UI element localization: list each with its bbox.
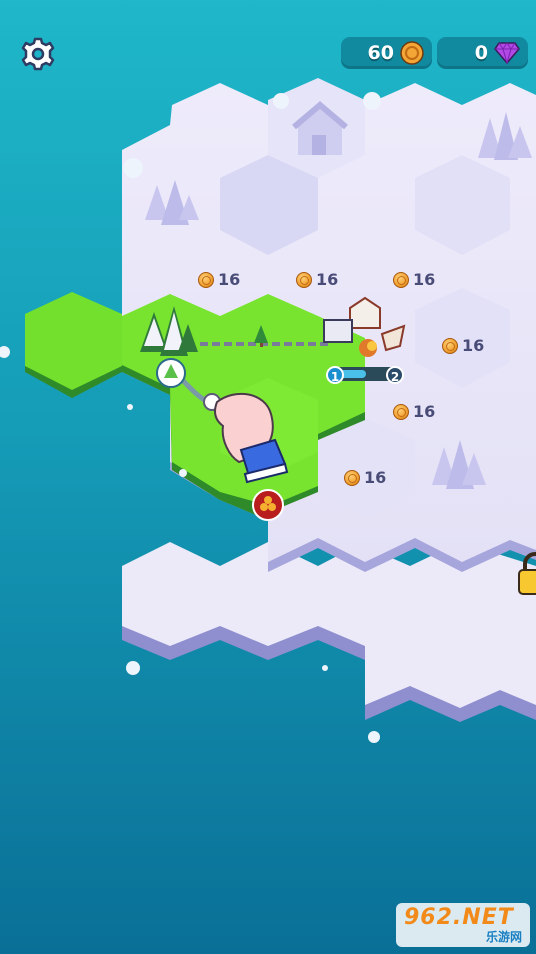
tile-price[interactable]: 16 — [393, 270, 435, 289]
level-badge-start: 1 — [326, 366, 344, 384]
price-value: 16 — [462, 336, 485, 355]
gem-icon — [494, 42, 520, 65]
tile-price[interactable]: 16 — [344, 468, 386, 487]
price-value: 16 — [364, 468, 387, 487]
tile-price[interactable]: 16 — [442, 336, 484, 355]
tile-price[interactable]: 16 — [198, 270, 240, 289]
coin-icon — [393, 271, 409, 288]
price-value: 16 — [218, 270, 241, 289]
tile-price[interactable]: 16 — [393, 402, 435, 421]
settings-button[interactable] — [20, 36, 56, 72]
watermark-main: 962.NET — [404, 905, 514, 930]
coin-icon — [400, 41, 424, 65]
watermark-logo: 962.NET 乐游网 — [396, 903, 530, 947]
green-region — [25, 292, 365, 520]
coin-icon — [198, 271, 214, 288]
settings-gear-icon — [21, 37, 55, 71]
price-value: 16 — [316, 270, 339, 289]
coin-icon — [442, 337, 458, 354]
price-value: 16 — [413, 270, 436, 289]
coin-counter[interactable]: 60 — [341, 37, 432, 69]
coin-icon — [344, 469, 360, 486]
price-value: 16 — [413, 402, 436, 421]
tree-badge-icon — [156, 358, 186, 388]
game-map[interactable] — [0, 0, 536, 954]
resource-icon[interactable] — [252, 489, 284, 521]
lock-icon[interactable] — [518, 552, 536, 595]
watermark-sub: 乐游网 — [485, 930, 522, 944]
gem-counter[interactable]: 0 — [437, 37, 528, 69]
coin-icon — [296, 271, 312, 288]
lower-snow-island — [122, 542, 536, 722]
level-badge-end: 2 — [386, 366, 404, 384]
gem-count: 0 — [474, 42, 488, 64]
tile-price[interactable]: 16 — [296, 270, 338, 289]
coin-count: 60 — [367, 42, 394, 64]
coin-icon — [393, 403, 409, 420]
